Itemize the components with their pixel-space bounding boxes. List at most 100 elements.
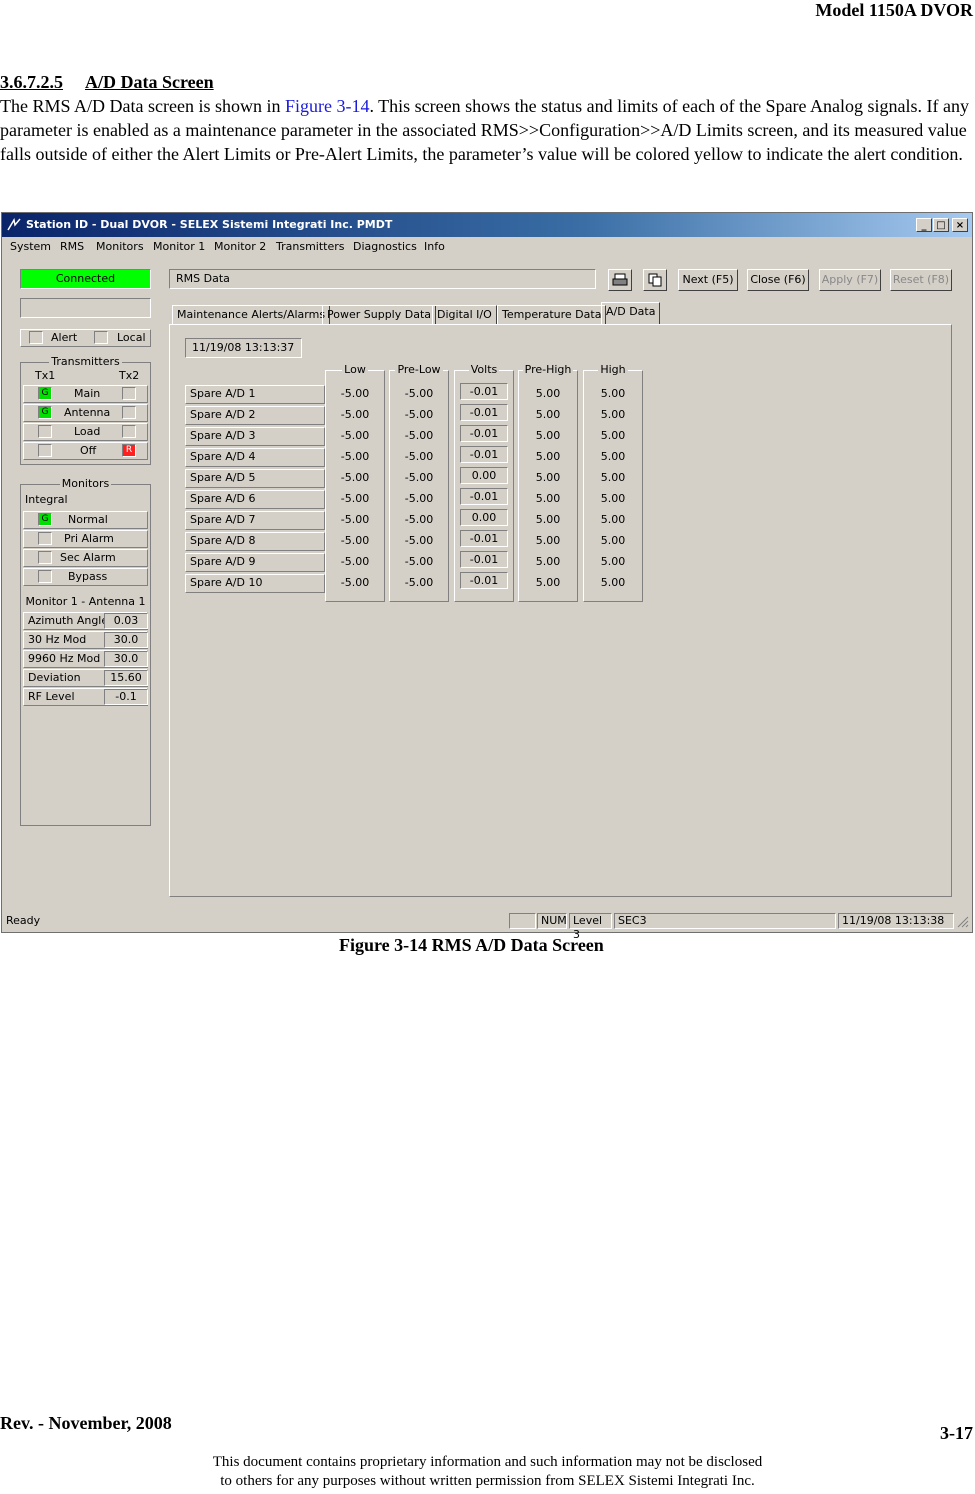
ad-cell-high: 5.00 (600, 513, 626, 526)
app-icon (7, 218, 21, 231)
measurement-value: -0.1 (104, 689, 148, 705)
ad-row-name: Spare A/D 8 (185, 532, 325, 551)
tx-row-label: Main (74, 387, 101, 400)
ad-cell-high: 5.00 (600, 555, 626, 568)
column-header: High (598, 363, 628, 376)
printer-icon (612, 273, 628, 286)
ad-cell-high: 5.00 (600, 492, 626, 505)
ad-row-name: Spare A/D 10 (185, 574, 325, 593)
normal-indicator: G (38, 513, 52, 526)
tx-row-label: Load (74, 425, 101, 438)
tx2-load-indicator (122, 425, 136, 438)
menu-info[interactable]: Info (424, 240, 445, 253)
menu-monitor-1[interactable]: Monitor 1 (153, 240, 205, 253)
tab-temperature-data[interactable]: Temperature Data (497, 305, 607, 325)
ad-cell-prelow: -5.00 (404, 534, 434, 547)
ad-cell-high: 5.00 (600, 576, 626, 589)
monitor-row-label: Bypass (68, 570, 108, 583)
menu-system[interactable]: System (10, 240, 51, 253)
status-blank (509, 913, 536, 929)
tab-power-supply-data[interactable]: Power Supply Data (322, 305, 437, 325)
ad-cell-prelow: -5.00 (404, 576, 434, 589)
local-label: Local (117, 331, 146, 344)
ad-cell-prelow: -5.00 (404, 450, 434, 463)
reset-button[interactable]: Reset (F8) (890, 269, 952, 291)
ad-cell-prelow: -5.00 (404, 471, 434, 484)
monitor-row-normal[interactable]: G Normal (23, 511, 148, 529)
menu-diagnostics[interactable]: Diagnostics (353, 240, 417, 253)
resize-grip-icon[interactable] (957, 916, 969, 928)
ad-cell-low: -5.00 (340, 387, 370, 400)
tx-row-load[interactable]: Load (23, 423, 148, 441)
ad-cell-volts: 0.00 (460, 509, 508, 526)
menu-rms[interactable]: RMS (60, 240, 84, 253)
application-window: Station ID - Dual DVOR - SELEX Sistemi I… (1, 212, 973, 941)
tx1-label: Tx1 (35, 369, 56, 382)
ad-cell-low: -5.00 (340, 576, 370, 589)
copy-button[interactable] (643, 269, 667, 291)
pri-alarm-indicator (38, 532, 52, 545)
ad-row-name: Spare A/D 7 (185, 511, 325, 530)
ad-cell-prehigh: 5.00 (535, 429, 561, 442)
bypass-indicator (38, 570, 52, 583)
apply-button[interactable]: Apply (F7) (819, 269, 881, 291)
measurement-row: 9960 Hz Mod 30.0 (23, 650, 148, 668)
monitor-row-sec-alarm[interactable]: Sec Alarm (23, 549, 148, 567)
tab-maintenance-alerts[interactable]: Maintenance Alerts/Alarms (172, 305, 331, 325)
ad-cell-prehigh: 5.00 (535, 387, 561, 400)
monitor-row-bypass[interactable]: Bypass (23, 568, 148, 586)
monitor-row-label: Normal (68, 513, 108, 526)
tx2-main-indicator (122, 387, 136, 400)
local-indicator (94, 331, 108, 344)
maximize-button[interactable]: □ (933, 218, 949, 232)
transmitters-legend: Transmitters (49, 355, 122, 368)
tx-row-off[interactable]: Off R (23, 442, 148, 460)
column-header: Pre-Low (395, 363, 443, 376)
next-button[interactable]: Next (F5) (678, 269, 738, 291)
tx1-main-indicator: G (38, 387, 52, 400)
ad-cell-prelow: -5.00 (404, 513, 434, 526)
measurement-row: RF Level -0.1 (23, 688, 148, 706)
sec-alarm-indicator (38, 551, 52, 564)
page-number: 3-17 (940, 1423, 973, 1443)
print-button[interactable] (608, 269, 632, 291)
ad-cell-volts: -0.01 (460, 530, 508, 547)
menu-monitor-2[interactable]: Monitor 2 (214, 240, 266, 253)
close-window-button[interactable]: × (952, 218, 968, 232)
ad-cell-high: 5.00 (600, 534, 626, 547)
monitor-row-pri-alarm[interactable]: Pri Alarm (23, 530, 148, 548)
menu-transmitters[interactable]: Transmitters (276, 240, 345, 253)
column-header: Low (342, 363, 368, 376)
tab-ad-data[interactable]: A/D Data (601, 302, 661, 325)
ad-cell-low: -5.00 (340, 450, 370, 463)
tx-row-antenna[interactable]: G Antenna (23, 404, 148, 422)
close-button[interactable]: Close (F6) (747, 269, 809, 291)
ad-cell-low: -5.00 (340, 429, 370, 442)
ad-cell-volts: -0.01 (460, 551, 508, 568)
figure-link[interactable]: Figure 3-14 (285, 96, 370, 116)
paragraph-text: The RMS A/D Data screen is shown in (0, 96, 285, 116)
section-number: 3.6.7.2.5 (0, 72, 63, 92)
minimize-button[interactable]: _ (916, 218, 932, 232)
ad-cell-low: -5.00 (340, 513, 370, 526)
notice-line: This document contains proprietary infor… (212, 1454, 763, 1470)
status-level: Level 3 (569, 913, 612, 941)
ad-cell-volts: -0.01 (460, 488, 508, 505)
tx-row-main[interactable]: G Main (23, 385, 148, 403)
tx1-load-indicator (38, 425, 52, 438)
ad-cell-prehigh: 5.00 (535, 555, 561, 568)
ad-cell-prehigh: 5.00 (535, 576, 561, 589)
tab-digital-io[interactable]: Digital I/O (432, 305, 497, 325)
ad-cell-prelow: -5.00 (404, 429, 434, 442)
alert-local-row: Alert Local (20, 329, 151, 347)
tx-row-label: Off (80, 444, 97, 457)
ad-cell-prelow: -5.00 (404, 492, 434, 505)
title-bar[interactable]: Station ID - Dual DVOR - SELEX Sistemi I… (2, 213, 972, 237)
measurement-value: 30.0 (104, 632, 148, 648)
ad-row-name: Spare A/D 4 (185, 448, 325, 467)
section-heading: 3.6.7.2.5 A/D Data Screen (0, 72, 214, 93)
tx1-antenna-indicator: G (38, 406, 52, 419)
measurement-row: Azimuth Angle 0.03 (23, 612, 148, 630)
monitors-legend: Monitors (59, 477, 112, 490)
menu-monitors[interactable]: Monitors (96, 240, 144, 253)
